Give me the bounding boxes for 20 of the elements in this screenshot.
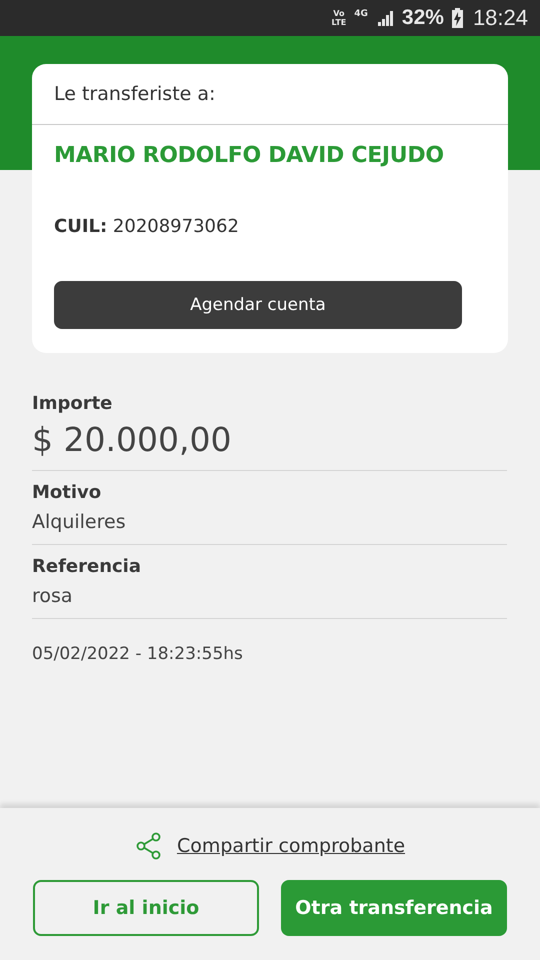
amount-value: $ 20.000,00 (32, 420, 232, 459)
volte-indicator: Vo LTE (332, 9, 346, 27)
field-label: Referencia (32, 556, 142, 577)
card-title: Le transferiste a: (32, 64, 508, 125)
cuil-text: CUIL: 20208973062 (54, 216, 240, 237)
clock-time: 18:24 (472, 5, 528, 31)
new-transfer-button[interactable]: Otra transferencia (281, 880, 507, 936)
field-value: Alquileres (32, 511, 127, 533)
timestamp: 05/02/2022 - 18:23:55hs (32, 644, 244, 664)
signal-icon (376, 10, 394, 26)
share-receipt-link[interactable]: Compartir comprobante (176, 835, 406, 857)
network-indicator: 4G (354, 9, 368, 19)
field-label: Importe (32, 393, 114, 414)
field-value: rosa (32, 585, 74, 607)
save-contact-button[interactable]: Agendar cuenta (54, 281, 462, 329)
share-icon (134, 832, 163, 860)
recipient-name: MARIO RODOLFO DAVID CEJUDO (54, 143, 445, 168)
field-label: Motivo (32, 482, 102, 503)
battery-level: 32% (402, 6, 444, 30)
battery-icon (452, 8, 463, 28)
